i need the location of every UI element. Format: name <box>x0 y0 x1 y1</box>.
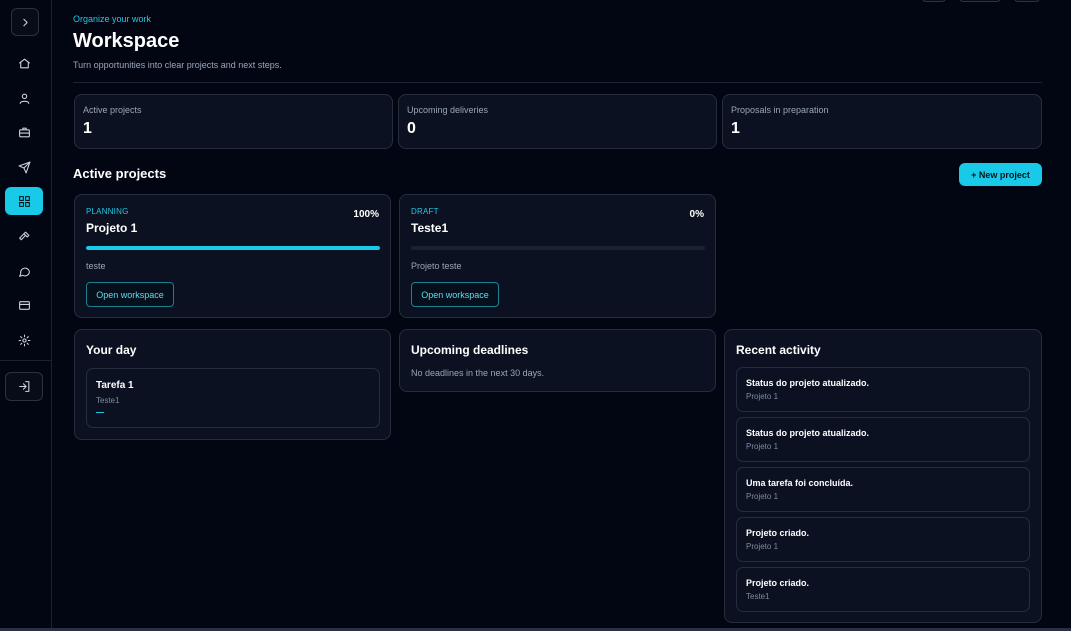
panel-title: Upcoming deadlines <box>411 343 529 357</box>
expand-sidebar-button[interactable] <box>11 8 39 36</box>
your-day-panel: Your day Tarefa 1 Teste1 <box>74 329 391 440</box>
hammer-icon <box>18 231 29 240</box>
section-title-active-projects: Active projects <box>73 166 167 181</box>
briefcase-icon <box>18 127 30 137</box>
project-percent: 0% <box>689 209 704 220</box>
logout-button[interactable] <box>5 372 43 401</box>
sidebar-item-proposals[interactable] <box>10 153 38 181</box>
activity-project: Projeto 1 <box>746 442 779 451</box>
panel-title: Recent activity <box>736 343 821 357</box>
toolbar-button[interactable] <box>959 0 1001 2</box>
task-title: Tarefa 1 <box>96 380 134 391</box>
project-progress-bar <box>411 246 705 250</box>
new-project-button[interactable]: + New project <box>959 163 1042 186</box>
activity-item[interactable]: Uma tarefa foi concluída. Projeto 1 <box>736 467 1030 512</box>
sidebar-item-home[interactable] <box>10 49 38 77</box>
panel-title: Your day <box>86 343 137 357</box>
activity-project: Teste1 <box>746 592 770 601</box>
activity-item[interactable]: Projeto criado. Teste1 <box>736 567 1030 612</box>
sidebar-item-billing[interactable] <box>10 291 38 319</box>
page-kicker: Organize your work <box>73 14 152 24</box>
activity-project: Projeto 1 <box>746 492 779 501</box>
project-status: PLANNING <box>86 207 129 216</box>
header-divider <box>73 82 1042 83</box>
recent-activity-panel: Recent activity Status do projeto atuali… <box>724 329 1042 623</box>
activity-text: Status do projeto atualizado. <box>746 428 870 438</box>
activity-text: Projeto criado. <box>746 578 810 588</box>
project-name: Projeto 1 <box>86 221 138 235</box>
activity-text: Status do projeto atualizado. <box>746 378 870 388</box>
project-progress-bar <box>86 246 380 250</box>
user-icon <box>19 93 29 104</box>
home-icon <box>18 58 30 68</box>
chevron-right-icon <box>22 18 28 26</box>
logout-icon <box>18 381 29 392</box>
toolbar-button[interactable] <box>922 0 946 2</box>
sidebar-item-tools[interactable] <box>10 222 38 250</box>
stat-value: 1 <box>731 120 740 137</box>
project-description: Projeto teste <box>411 261 462 271</box>
stat-value: 0 <box>407 120 416 137</box>
sidebar-divider <box>0 360 52 361</box>
open-workspace-button[interactable]: Open workspace <box>86 282 174 307</box>
sidebar-item-messages[interactable] <box>10 257 38 285</box>
stat-label: Proposals in preparation <box>731 105 829 115</box>
stat-card-proposals: Proposals in preparation 1 <box>722 94 1042 149</box>
activity-project: Projeto 1 <box>746 542 779 551</box>
project-name: Teste1 <box>411 221 449 235</box>
project-card: PLANNING 100% Projeto 1 teste Open works… <box>74 194 391 318</box>
activity-item[interactable]: Status do projeto atualizado. Projeto 1 <box>736 367 1030 412</box>
activity-project: Projeto 1 <box>746 392 779 401</box>
send-icon <box>18 161 30 173</box>
project-percent: 100% <box>353 209 379 220</box>
gear-icon <box>18 334 30 346</box>
stat-card-active-projects: Active projects 1 <box>74 94 393 149</box>
toolbar-button[interactable] <box>1014 0 1040 2</box>
open-workspace-button[interactable]: Open workspace <box>411 282 499 307</box>
stat-card-upcoming-deliveries: Upcoming deliveries 0 <box>398 94 717 149</box>
grid-icon <box>18 195 30 207</box>
activity-text: Uma tarefa foi concluída. <box>746 478 854 488</box>
project-description: teste <box>86 261 106 271</box>
sidebar-item-contacts[interactable] <box>10 84 38 112</box>
page-title: Workspace <box>73 30 180 52</box>
progress-fill <box>86 246 380 250</box>
card-icon <box>18 300 30 310</box>
activity-item[interactable]: Projeto criado. Projeto 1 <box>736 517 1030 562</box>
stat-label: Upcoming deliveries <box>407 105 489 115</box>
project-status: DRAFT <box>411 207 439 216</box>
sidebar-item-opportunities[interactable] <box>10 118 38 146</box>
sidebar-item-settings[interactable] <box>10 326 38 354</box>
task-project: Teste1 <box>96 396 120 405</box>
project-card: DRAFT 0% Teste1 Projeto teste Open works… <box>399 194 716 318</box>
task-item[interactable]: Tarefa 1 Teste1 <box>86 368 380 428</box>
message-icon <box>18 267 30 277</box>
task-indicator <box>96 412 104 413</box>
deadlines-panel: Upcoming deadlines No deadlines in the n… <box>399 329 716 392</box>
stat-value: 1 <box>83 120 92 137</box>
sidebar-item-workspace[interactable] <box>5 187 43 215</box>
stat-label: Active projects <box>83 105 142 115</box>
empty-deadlines-text: No deadlines in the next 30 days. <box>411 368 545 378</box>
sidebar <box>0 0 52 631</box>
activity-item[interactable]: Status do projeto atualizado. Projeto 1 <box>736 417 1030 462</box>
activity-text: Projeto criado. <box>746 528 810 538</box>
page-subtitle: Turn opportunities into clear projects a… <box>73 60 282 70</box>
